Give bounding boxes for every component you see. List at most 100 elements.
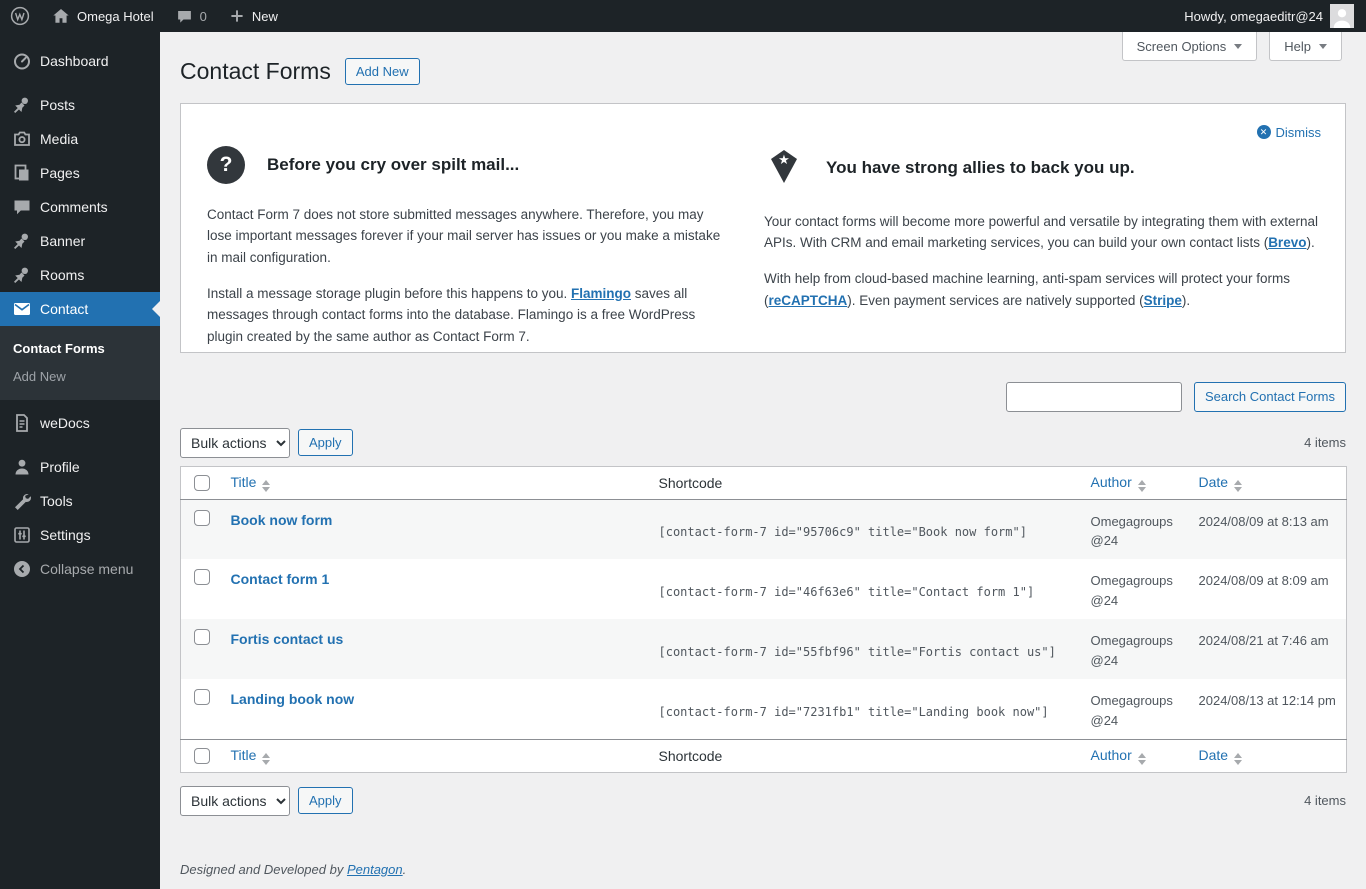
table-row: Book now form [contact-form-7 id="95706c… (180, 499, 1347, 560)
sidebar-item-tools[interactable]: Tools (0, 484, 160, 518)
column-header-author[interactable]: Author (1082, 738, 1191, 773)
notice-column-allies: ★ You have strong allies to back you up.… (764, 146, 1321, 352)
help-button[interactable]: Help (1269, 32, 1342, 61)
comments-count: 0 (199, 8, 207, 24)
new-label: New (251, 8, 278, 24)
shortcode-text[interactable]: [contact-form-7 id="7231fb1" title="Land… (659, 705, 1049, 719)
sort-icon (262, 752, 271, 765)
submenu-item-add-new[interactable]: Add New (0, 362, 160, 390)
bulk-actions-select[interactable]: Bulk actions (180, 785, 290, 816)
sidebar-item-comments[interactable]: Comments (0, 190, 160, 224)
pin-icon (12, 265, 32, 285)
sidebar-item-pages[interactable]: Pages (0, 156, 160, 190)
shortcode-text[interactable]: [contact-form-7 id="46f63e6" title="Cont… (659, 585, 1035, 599)
sort-icon (1137, 752, 1146, 765)
column-header-title[interactable]: Title (222, 738, 651, 773)
date-cell: 2024/08/09 at 8:13 am (1198, 513, 1329, 529)
column-header-author[interactable]: Author (1082, 466, 1191, 500)
form-title-link[interactable]: Contact form 1 (231, 571, 330, 587)
select-all-checkbox[interactable] (194, 747, 210, 764)
notice-paragraph: Your contact forms will become more powe… (764, 213, 1319, 251)
recaptcha-link[interactable]: reCAPTCHA (769, 293, 848, 308)
sort-icon (1137, 479, 1146, 492)
media-icon (12, 129, 32, 149)
form-title-link[interactable]: Book now form (231, 512, 333, 528)
table-header-row: Title Shortcode Author Date (180, 466, 1347, 500)
sort-icon (1234, 479, 1243, 492)
sidebar-item-banner[interactable]: Banner (0, 224, 160, 258)
wordpress-logo-icon (10, 6, 30, 26)
sidebar-item-collapse-menu[interactable]: Collapse menu (0, 552, 160, 586)
comments-bubble-icon (176, 8, 193, 25)
table-row: Contact form 1 [contact-form-7 id="46f63… (181, 559, 1347, 619)
flamingo-link[interactable]: Flamingo (571, 286, 631, 301)
row-checkbox[interactable] (194, 509, 210, 526)
wp-logo-menu[interactable] (10, 6, 30, 26)
notice-heading: You have strong allies to back you up. (826, 158, 1135, 178)
admin-sidebar: Dashboard Posts Media Pages Comments Ban… (0, 32, 160, 889)
home-icon (52, 7, 70, 25)
notice-paragraph: Contact Form 7 does not store submitted … (207, 206, 721, 266)
plus-icon (229, 8, 245, 24)
sidebar-item-media[interactable]: Media (0, 122, 160, 156)
sidebar-item-posts[interactable]: Posts (0, 88, 160, 122)
sidebar-item-settings[interactable]: Settings (0, 518, 160, 552)
list-toolbar-top: Bulk actions Apply 4 items (180, 427, 1346, 458)
account-menu[interactable]: Howdy, omegaeditr@24 (1184, 4, 1354, 28)
row-checkbox[interactable] (194, 569, 210, 586)
apply-button[interactable]: Apply (298, 787, 353, 815)
site-name: Omega Hotel (77, 8, 154, 24)
row-checkbox[interactable] (194, 689, 210, 706)
pentagon-link[interactable]: Pentagon (347, 862, 403, 877)
sort-icon (262, 479, 271, 492)
select-all-checkbox[interactable] (194, 474, 210, 491)
cf7-welcome-panel: ✕ Dismiss ? Before you cry over spilt ma… (180, 102, 1346, 353)
shortcode-text[interactable]: [contact-form-7 id="95706c9" title="Book… (659, 525, 1027, 539)
avatar (1330, 4, 1354, 28)
shortcode-text[interactable]: [contact-form-7 id="55fbf96" title="Fort… (659, 645, 1056, 659)
contact-submenu: Contact Forms Add New (0, 326, 160, 400)
column-header-date[interactable]: Date (1190, 738, 1347, 773)
screen-options-button[interactable]: Screen Options (1121, 32, 1258, 61)
column-header-title[interactable]: Title (222, 466, 651, 500)
comments-menu[interactable]: 0 (176, 8, 207, 25)
admin-bar: Omega Hotel 0 New Howdy, omegaeditr@24 (0, 0, 1366, 32)
bulk-actions-select[interactable]: Bulk actions (180, 427, 290, 458)
column-header-date[interactable]: Date (1190, 466, 1347, 500)
items-count: 4 items (1304, 793, 1346, 809)
date-cell: 2024/08/09 at 8:09 am (1198, 573, 1329, 589)
search-input[interactable] (1005, 381, 1182, 412)
contact-forms-table: Title Shortcode Author Date Book now for… (180, 465, 1347, 773)
main-content: Screen Options Help Contact Forms Add Ne… (160, 32, 1366, 889)
submenu-item-contact-forms[interactable]: Contact Forms (0, 334, 160, 362)
brevo-link[interactable]: Brevo (1268, 235, 1306, 250)
list-toolbar-bottom: Bulk actions Apply 4 items (180, 785, 1346, 816)
apply-button[interactable]: Apply (298, 429, 353, 457)
envelope-icon (12, 299, 32, 319)
sidebar-item-rooms[interactable]: Rooms (0, 258, 160, 292)
add-new-button[interactable]: Add New (344, 58, 420, 86)
howdy-text: Howdy, omegaeditr@24 (1184, 8, 1323, 24)
sidebar-item-contact[interactable]: Contact (0, 292, 160, 326)
sidebar-item-profile[interactable]: Profile (0, 450, 160, 484)
table-row: Fortis contact us [contact-form-7 id="55… (180, 619, 1347, 680)
author-cell: Omegagroups@24 (1090, 513, 1173, 549)
search-contact-forms-button[interactable]: Search Contact Forms (1193, 381, 1346, 412)
site-name-menu[interactable]: Omega Hotel (52, 7, 154, 25)
allies-icon: ★ (764, 146, 804, 191)
row-checkbox[interactable] (194, 629, 210, 646)
sidebar-item-wedocs[interactable]: weDocs (0, 406, 160, 440)
notice-paragraph: Install a message storage plugin before … (207, 285, 696, 344)
chevron-down-icon (1234, 43, 1243, 49)
pin-icon (12, 231, 32, 251)
form-title-link[interactable]: Fortis contact us (231, 631, 344, 647)
form-title-link[interactable]: Landing book now (231, 691, 355, 707)
author-cell: Omegagroups@24 (1090, 693, 1173, 728)
column-header-shortcode: Shortcode (650, 738, 1083, 773)
page-title: Contact Forms (180, 58, 331, 84)
stripe-link[interactable]: Stripe (1144, 293, 1182, 308)
sidebar-item-dashboard[interactable]: Dashboard (0, 44, 160, 78)
settings-icon (12, 525, 32, 545)
dismiss-button[interactable]: ✕ Dismiss (1256, 125, 1321, 140)
new-content-menu[interactable]: New (229, 8, 278, 24)
